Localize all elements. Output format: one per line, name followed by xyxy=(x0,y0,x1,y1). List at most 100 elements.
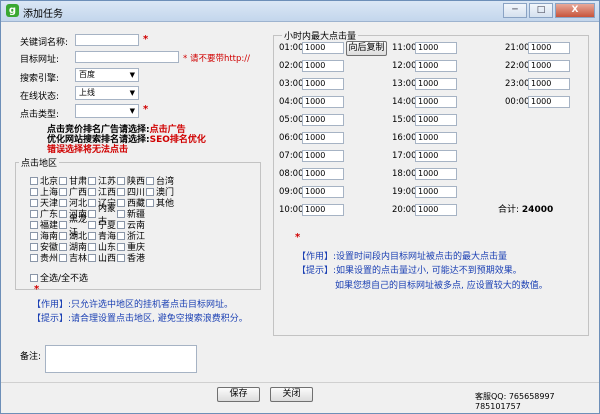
checkbox-icon[interactable] xyxy=(59,253,67,262)
hour-max-clicks-input[interactable]: 1000 xyxy=(302,114,344,126)
keyword-label: 关键词名称: xyxy=(20,38,69,48)
keyword-input[interactable] xyxy=(75,34,139,46)
copy-forward-button[interactable]: 向后复制 xyxy=(346,41,387,56)
checkbox-icon[interactable] xyxy=(146,187,154,196)
checkbox-icon[interactable] xyxy=(59,220,67,229)
checkbox-icon[interactable] xyxy=(88,209,96,218)
hour-label: 05:00 xyxy=(279,115,304,125)
close-button[interactable]: 关闭 xyxy=(270,387,313,402)
hour-max-clicks-input[interactable]: 1000 xyxy=(415,60,457,72)
checkbox-icon[interactable] xyxy=(146,176,154,185)
hour-max-clicks-input[interactable]: 1000 xyxy=(415,204,457,216)
hour-max-clicks-input[interactable]: 1000 xyxy=(415,42,457,54)
region-checkbox[interactable]: 香港 xyxy=(117,252,146,264)
checkbox-icon[interactable] xyxy=(30,187,38,196)
checkbox-icon[interactable] xyxy=(88,176,96,185)
checkbox-icon[interactable] xyxy=(117,220,125,229)
region-note-2: 【提示】:请合理设置点击地区, 避免空搜索浪费积分。 xyxy=(32,314,248,324)
hour-max-clicks-input[interactable]: 1000 xyxy=(302,132,344,144)
window-title: 添加任务 xyxy=(23,9,63,20)
close-icon[interactable]: X xyxy=(555,3,595,18)
hour-max-clicks-input[interactable]: 1000 xyxy=(415,114,457,126)
hour-max-clicks-input[interactable]: 1000 xyxy=(415,150,457,162)
hour-max-clicks-input[interactable]: 1000 xyxy=(302,96,344,108)
region-checkbox[interactable]: 贵州 xyxy=(30,252,59,264)
minimize-icon[interactable]: ─ xyxy=(503,3,527,18)
save-button[interactable]: 保存 xyxy=(217,387,260,402)
hour-max-clicks-input[interactable]: 1000 xyxy=(415,96,457,108)
checkbox-icon[interactable] xyxy=(88,231,96,240)
checkbox-icon[interactable] xyxy=(59,198,67,207)
hour-label: 12:00 xyxy=(392,61,417,71)
hour-label: 16:00 xyxy=(392,133,417,143)
checkbox-icon[interactable] xyxy=(30,253,38,262)
total-display: 合计: 24000 xyxy=(498,205,554,215)
online-status-select[interactable]: 上线 ▼ xyxy=(75,86,139,100)
hour-label: 13:00 xyxy=(392,79,417,89)
hour-label: 14:00 xyxy=(392,97,417,107)
region-empty-cell xyxy=(146,219,175,230)
hour-label: 20:00 xyxy=(392,205,417,215)
hour-max-clicks-input[interactable]: 1000 xyxy=(302,150,344,162)
checkbox-icon[interactable] xyxy=(30,273,38,282)
hour-label: 00:00 xyxy=(505,97,530,107)
checkbox-icon[interactable] xyxy=(117,231,125,240)
checkbox-icon[interactable] xyxy=(88,187,96,196)
target-url-hint: * 请不要带http:// xyxy=(183,54,250,64)
checkbox-icon[interactable] xyxy=(117,187,125,196)
checkbox-icon[interactable] xyxy=(59,176,67,185)
checkbox-icon[interactable] xyxy=(59,209,67,218)
checkbox-icon[interactable] xyxy=(117,253,125,262)
region-label: 山西 xyxy=(98,254,117,264)
hour-max-clicks-input[interactable]: 1000 xyxy=(528,42,570,54)
region-checkbox[interactable]: 吉林 xyxy=(59,252,88,264)
hour-max-clicks-input[interactable]: 1000 xyxy=(302,186,344,198)
remark-textarea[interactable] xyxy=(45,345,197,373)
checkbox-icon[interactable] xyxy=(117,242,125,251)
checkbox-icon[interactable] xyxy=(88,198,96,207)
hour-label: 08:00 xyxy=(279,169,304,179)
target-url-input[interactable] xyxy=(75,51,179,63)
hour-max-clicks-input[interactable]: 1000 xyxy=(415,78,457,90)
hour-max-clicks-input[interactable]: 1000 xyxy=(302,204,344,216)
remark-label: 备注: xyxy=(20,352,42,362)
hour-label: 07:00 xyxy=(279,151,304,161)
hour-max-clicks-input[interactable]: 1000 xyxy=(302,42,344,54)
hour-max-clicks-input[interactable]: 1000 xyxy=(415,168,457,180)
checkbox-icon[interactable] xyxy=(30,242,38,251)
checkbox-icon[interactable] xyxy=(59,231,67,240)
hour-max-clicks-input[interactable]: 1000 xyxy=(302,168,344,180)
hour-label: 02:00 xyxy=(279,61,304,71)
checkbox-icon[interactable] xyxy=(59,187,67,196)
search-engine-value: 百度 xyxy=(79,70,95,79)
hour-max-clicks-input[interactable]: 1000 xyxy=(415,132,457,144)
maximize-icon[interactable]: □ xyxy=(529,3,553,18)
hour-max-clicks-input[interactable]: 1000 xyxy=(528,96,570,108)
checkbox-icon[interactable] xyxy=(30,209,38,218)
hour-max-clicks-input[interactable]: 1000 xyxy=(528,78,570,90)
checkbox-icon[interactable] xyxy=(59,242,67,251)
click-type-select[interactable]: ▼ xyxy=(75,104,139,118)
checkbox-icon[interactable] xyxy=(88,242,96,251)
region-checkbox[interactable]: 山西 xyxy=(88,252,117,264)
checkbox-icon[interactable] xyxy=(30,220,38,229)
hour-max-clicks-input[interactable]: 1000 xyxy=(528,60,570,72)
checkbox-icon[interactable] xyxy=(117,176,125,185)
select-all-checkbox[interactable]: 全选/全不选 xyxy=(30,271,88,284)
checkbox-icon[interactable] xyxy=(88,253,96,262)
search-engine-select[interactable]: 百度 ▼ xyxy=(75,68,139,82)
region-checkbox[interactable]: 其他 xyxy=(146,197,175,209)
checkbox-icon[interactable] xyxy=(117,209,125,218)
checkbox-icon[interactable] xyxy=(117,198,125,207)
hour-max-clicks-input[interactable]: 1000 xyxy=(302,60,344,72)
hour-max-clicks-input[interactable]: 1000 xyxy=(415,186,457,198)
checkbox-icon[interactable] xyxy=(146,198,154,207)
checkbox-icon[interactable] xyxy=(88,220,96,229)
checkbox-icon[interactable] xyxy=(30,198,38,207)
hour-label: 18:00 xyxy=(392,169,417,179)
checkbox-icon[interactable] xyxy=(30,176,38,185)
click-type-label: 点击类型: xyxy=(20,110,60,120)
hour-max-clicks-input[interactable]: 1000 xyxy=(302,78,344,90)
target-url-label: 目标网址: xyxy=(20,55,60,65)
checkbox-icon[interactable] xyxy=(30,231,38,240)
